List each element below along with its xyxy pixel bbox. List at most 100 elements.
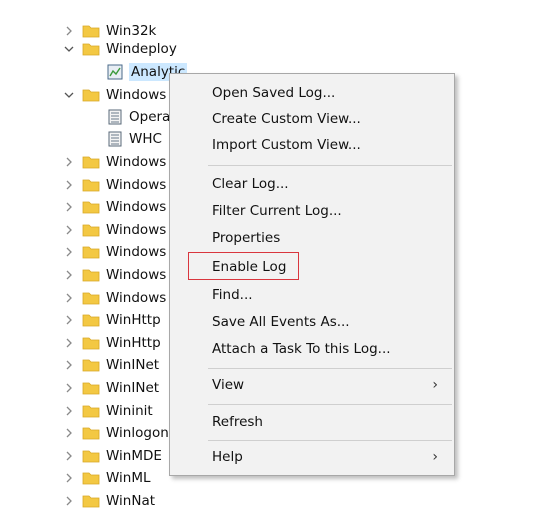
menu-item-find[interactable]: Find... [170,282,454,308]
menu-item-import-custom-view[interactable]: Import Custom View... [170,132,454,158]
log-icon [107,131,123,147]
tree-item[interactable]: Windows [62,196,166,218]
menu-item-label: Import Custom View... [212,137,361,153]
tree-item-label: Windows [106,222,167,238]
tree-item-label: Windows [106,177,167,193]
menu-item-label: Attach a Task To this Log... [212,341,391,357]
tree-item-label: Wininit [106,403,153,419]
tree-item-label: Windows [106,154,167,170]
folder-icon [82,268,100,282]
menu-item-clear-log[interactable]: Clear Log... [170,171,454,197]
menu-item-attach-task[interactable]: Attach a Task To this Log... [170,336,454,362]
folder-icon [82,223,100,237]
menu-item-properties[interactable]: Properties [170,225,454,251]
tree-item-label: WinINet [106,357,160,373]
menu-item-label: Save All Events As... [212,314,350,330]
chevron-right-icon[interactable] [62,268,76,282]
chevron-right-icon[interactable] [62,24,76,38]
tree-item-label: WinHttp [106,335,161,351]
folder-icon [82,404,100,418]
tree-item[interactable]: WinNat [62,490,155,512]
menu-item-open-saved-log[interactable]: Open Saved Log... [170,80,454,106]
chevron-right-icon[interactable] [62,494,76,508]
tree-item-label: Windows [106,267,167,283]
menu-separator [208,440,452,441]
tree-item-label: Windows [106,199,167,215]
tree-item[interactable]: Winlogon [62,422,169,444]
tree-item-label: WinML [106,470,151,486]
tree-item[interactable]: WinMDE [62,445,162,467]
tree-item[interactable]: Windows [62,264,166,286]
tree-item-operational-log[interactable]: Opera [107,106,170,128]
menu-item-create-custom-view[interactable]: Create Custom View... [170,106,454,132]
menu-item-label: Open Saved Log... [212,85,336,101]
menu-item-view[interactable]: View › [170,372,454,398]
folder-icon [82,42,100,56]
menu-item-refresh[interactable]: Refresh [170,409,454,435]
tree-item-windeploy[interactable]: Windeploy [62,38,177,60]
tree-item[interactable]: WinINet [62,354,159,376]
tree-item[interactable]: WinHttp [62,332,161,354]
folder-icon [82,200,100,214]
tree-item-windows-expanded[interactable]: Windows [62,84,166,106]
chevron-right-icon[interactable] [62,291,76,305]
tree-item[interactable]: WinINet [62,377,159,399]
tree-item-label: Windows [106,87,167,103]
tree-item-label: WinNat [106,493,156,509]
analytic-log-icon [107,64,123,80]
folder-icon [82,24,100,38]
tree-item[interactable]: Windows [62,151,166,173]
menu-item-label: Clear Log... [212,176,289,192]
tree-item-label: WHC [129,131,162,147]
tree-item[interactable]: WinML [62,467,151,489]
menu-item-label: Help [212,449,243,465]
chevron-down-icon[interactable] [62,42,76,56]
submenu-arrow-icon: › [432,449,438,465]
tree-item-label: WinINet [106,380,160,396]
folder-icon [82,381,100,395]
chevron-right-icon[interactable] [62,381,76,395]
tree-item[interactable]: WinHttp [62,309,161,331]
chevron-right-icon[interactable] [62,200,76,214]
folder-icon [82,358,100,372]
menu-item-save-all-events-as[interactable]: Save All Events As... [170,309,454,335]
chevron-right-icon[interactable] [62,358,76,372]
folder-icon [82,155,100,169]
menu-item-filter-current-log[interactable]: Filter Current Log... [170,198,454,224]
chevron-right-icon[interactable] [62,449,76,463]
chevron-right-icon[interactable] [62,155,76,169]
menu-separator [208,165,452,166]
chevron-right-icon[interactable] [62,245,76,259]
folder-icon [82,245,100,259]
chevron-right-icon[interactable] [62,223,76,237]
menu-item-label: Properties [212,230,281,246]
tree-item[interactable]: Windows [62,219,166,241]
menu-item-label: Find... [212,287,253,303]
menu-separator [208,368,452,369]
folder-icon [82,291,100,305]
tree-item-whc-log[interactable]: WHC [107,128,162,150]
chevron-down-icon[interactable] [62,88,76,102]
tree-item[interactable]: Windows [62,174,166,196]
menu-item-help[interactable]: Help › [170,444,454,470]
tree-item[interactable]: Wininit [62,400,153,422]
menu-item-label: View [212,377,245,393]
tree-item-label: Winlogon [106,425,169,441]
chevron-right-icon[interactable] [62,313,76,327]
chevron-right-icon[interactable] [62,336,76,350]
tree-item[interactable]: Windows [62,287,166,309]
tree-item[interactable]: Windows [62,241,166,263]
folder-icon [82,449,100,463]
tree-item-label: Win32k [106,23,157,39]
chevron-right-icon[interactable] [62,404,76,418]
menu-item-label: Enable Log [212,259,287,275]
tree-item-label: WinMDE [106,448,162,464]
menu-item-label: Refresh [212,414,263,430]
folder-icon [82,336,100,350]
chevron-right-icon[interactable] [62,178,76,192]
chevron-right-icon[interactable] [62,471,76,485]
tree-item-label: Windows [106,290,167,306]
chevron-right-icon[interactable] [62,426,76,440]
menu-item-enable-log[interactable]: Enable Log [170,254,454,280]
folder-icon [82,178,100,192]
